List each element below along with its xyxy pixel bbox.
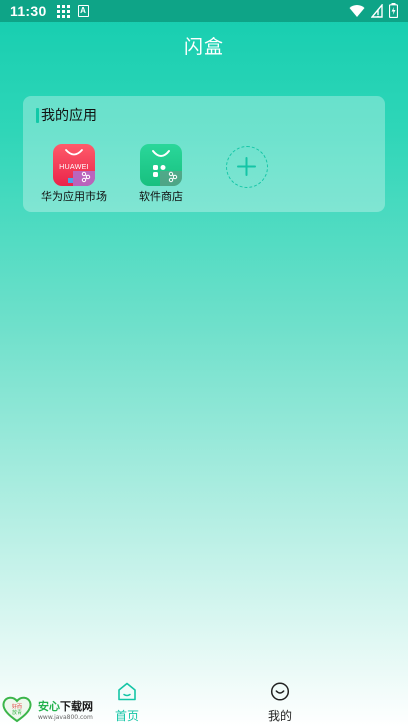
huawei-brand-text: HUAWEI [59,162,89,171]
watermark-url: www.java800.com [38,713,93,721]
battery-icon [389,3,398,18]
nav-item-home[interactable]: 首页 [97,682,157,724]
status-indicators [349,3,398,18]
wifi-icon [349,4,365,17]
nav-label-home: 首页 [114,709,139,723]
app-label: 华为应用市场 [41,190,107,203]
signal-icon [371,3,383,18]
status-bar: 11:30 A [0,0,408,22]
app-label: 软件商店 [139,190,183,203]
nav-item-mine[interactable]: 我的 [250,682,310,724]
huawei-appgallery-icon: HUAWEI [53,144,95,186]
watermark: 好而 放青 安心下载网 www.java800.com [2,695,93,723]
my-apps-card: 我的应用 HUAWEI 华为应用市场 软件商店 [23,96,385,212]
status-time: 11:30 [10,3,47,19]
smile-face-icon [270,682,290,701]
grid-icon [56,4,70,18]
notification-a-icon: A [77,5,89,17]
page-title: 闪盒 [183,36,224,58]
nav-label-mine: 我的 [267,709,292,723]
software-store-icon [140,144,182,186]
app-item-software-store[interactable]: 软件商店 [121,144,201,204]
svg-text:好而: 好而 [12,703,22,710]
heart-logo-icon: 好而 放青 [2,696,32,723]
title-accent-bar [36,108,39,123]
watermark-name: 安心下载网 [38,699,93,713]
home-icon [118,682,136,701]
add-app-button[interactable] [226,146,268,188]
plus-circle-icon [237,157,256,176]
svg-text:放青: 放青 [12,709,22,716]
card-title: 我的应用 [41,108,97,124]
app-item-huawei[interactable]: HUAWEI 华为应用市场 [34,144,114,204]
